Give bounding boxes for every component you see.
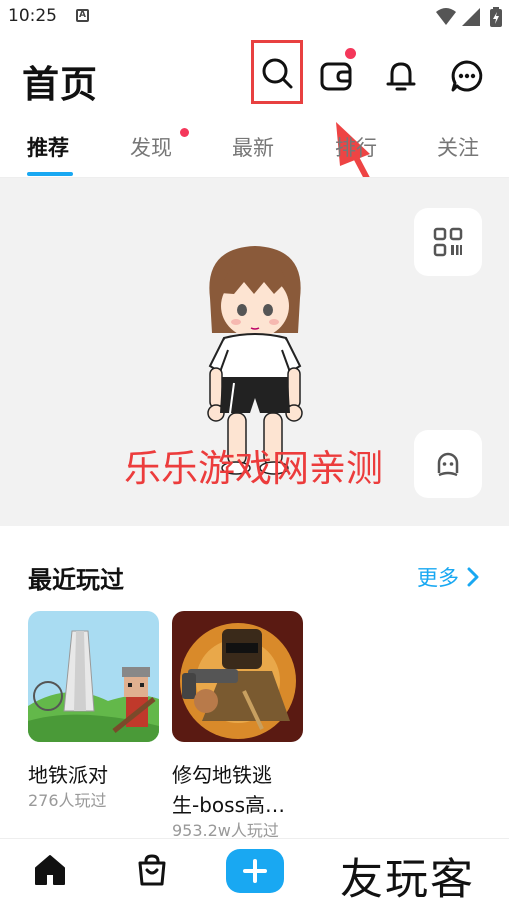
store-icon [138,854,166,886]
top-header: 首页 [0,34,509,114]
game-title-line2: 生-boss高… [172,793,285,817]
battery-icon [490,7,502,27]
game-title-line1: 修勾地铁逃 [172,763,272,787]
brand-watermark: 友玩客 [340,855,475,905]
more-link-label: 更多 [417,566,459,590]
tab-latest[interactable]: 最新 [232,132,274,162]
more-link[interactable]: 更多 [417,562,481,592]
home-icon [35,855,65,885]
tab-following[interactable]: 关注 [437,132,479,162]
chat-icon [451,60,483,92]
game-play-count: 276人玩过 [28,791,107,810]
nav-home[interactable] [33,853,67,891]
avatar-face-icon [437,452,459,477]
game-thumbnail[interactable] [28,611,159,742]
signal-icon [462,8,480,26]
search-button[interactable] [251,40,303,104]
notification-button[interactable] [381,56,421,96]
doge-subway-image [172,611,303,742]
avatar-banner: 乐乐游戏网亲测 [0,178,509,526]
tab-recommended[interactable]: 推荐 [27,132,69,162]
game-card[interactable]: 修勾地铁逃 生-boss高… 953.2w人玩过 [172,611,304,842]
subway-party-image [28,611,159,742]
messages-button[interactable] [447,56,487,96]
wifi-icon [436,8,456,25]
wallet-button[interactable] [316,48,356,96]
status-time: 10:25 [8,6,57,26]
create-button[interactable] [226,849,284,893]
chevron-right-icon [467,567,479,587]
qr-code-button[interactable] [414,208,482,276]
wallet-badge [345,48,356,59]
status-bar: 10:25 A [0,0,509,34]
wallet-icon [320,62,352,91]
game-card[interactable]: 地铁派对 276人玩过 [28,611,160,812]
a-icon: A [76,9,89,22]
tab-discover[interactable]: 发现 [130,132,172,162]
avatar-edit-button[interactable] [414,430,482,498]
page-title: 首页 [22,63,98,106]
tab-bar: 推荐 发现 最新 排行 关注 [0,120,509,178]
game-thumbnail[interactable] [172,611,303,742]
bottom-nav: 友玩客 [0,838,509,909]
search-icon [262,58,293,89]
tab-ranking[interactable]: 排行 [335,132,377,162]
qr-code-icon [433,227,463,257]
discover-badge [180,128,189,137]
game-title: 修勾地铁逃 生-boss高… [172,760,304,820]
game-title: 地铁派对 [28,763,108,787]
active-tab-indicator [27,172,73,176]
recent-section-title: 最近玩过 [28,566,124,594]
bell-icon [386,62,416,91]
nav-store[interactable] [135,853,169,891]
plus-icon [243,859,267,883]
watermark-text: 乐乐游戏网亲测 [124,447,383,490]
